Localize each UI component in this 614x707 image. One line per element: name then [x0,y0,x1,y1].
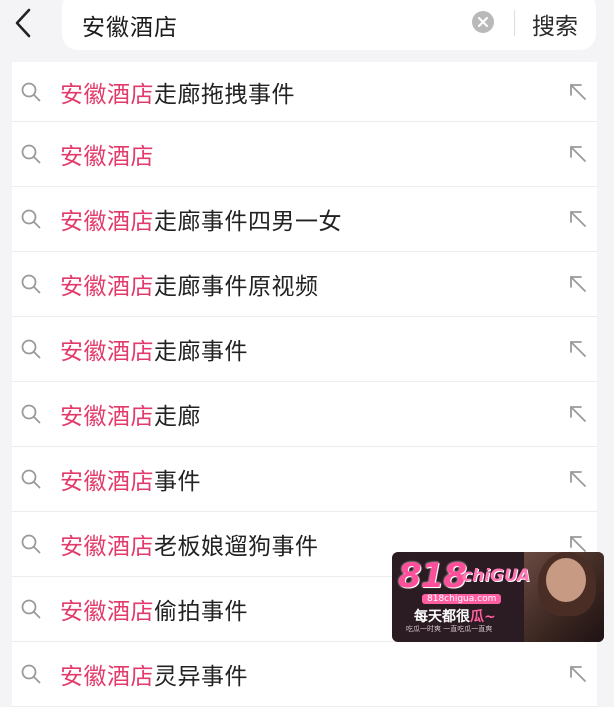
suggestion-row[interactable]: 安徽酒店事件 [12,447,597,512]
suggestion-label: 安徽酒店走廊事件四男一女 [60,202,342,236]
suggestion-row[interactable]: 安徽酒店走廊 [12,382,597,447]
suggestion-highlight: 安徽酒店 [60,404,154,430]
suggestion-rest: 灵异事件 [154,664,248,690]
suggestion-rest: 偷拍事件 [154,599,248,625]
back-button[interactable] [8,6,38,40]
clear-circle-icon [478,17,488,27]
suggestion-rest: 走廊事件四男一女 [154,209,342,235]
arrow-up-left-icon[interactable] [567,208,589,230]
divider [514,10,515,36]
suggestion-label: 安徽酒店走廊事件原视频 [60,267,319,301]
suggestion-rest: 事件 [154,469,201,495]
arrow-up-left-icon[interactable] [567,338,589,360]
watermark-logo-suffix: chiGUA [462,566,531,586]
arrow-up-left-icon[interactable] [567,468,589,490]
arrow-up-left-icon[interactable] [567,143,589,165]
suggestion-rest: 老板娘遛狗事件 [154,534,319,560]
arrow-up-left-icon[interactable] [567,81,589,103]
suggestion-row[interactable]: 安徽酒店走廊拖拽事件 [12,62,597,122]
suggestion-label: 安徽酒店事件 [60,462,201,496]
suggestion-rest: 走廊事件原视频 [154,274,319,300]
suggestion-row[interactable]: 安徽酒店走廊事件 [12,317,597,382]
suggestion-label: 安徽酒店老板娘遛狗事件 [60,527,319,561]
watermark-logo: 818 chiGUA 818chigua.com 每天都很瓜~ 吃瓜一时爽 一直… [392,552,604,642]
search-box[interactable]: 安徽酒店 搜索 [62,0,596,50]
suggestion-row[interactable]: 安徽酒店走廊事件原视频 [12,252,597,317]
suggestion-highlight: 安徽酒店 [60,534,154,560]
arrow-up-left-icon[interactable] [567,663,589,685]
arrow-up-left-icon[interactable] [567,403,589,425]
search-icon [21,404,41,424]
watermark-domain: 818chigua.com [422,594,502,604]
search-icon [21,599,41,619]
search-icon [21,144,41,164]
search-icon [21,209,41,229]
suggestion-highlight: 安徽酒店 [60,144,154,170]
suggestion-label: 安徽酒店 [60,137,154,171]
arrow-up-left-icon[interactable] [567,273,589,295]
suggestion-rest: 走廊事件 [154,339,248,365]
search-icon [21,664,41,684]
suggestion-highlight: 安徽酒店 [60,664,154,690]
suggestion-label: 安徽酒店灵异事件 [60,657,248,691]
search-input[interactable]: 安徽酒店 [82,8,178,42]
clear-button[interactable] [472,11,494,33]
suggestion-highlight: 安徽酒店 [60,81,154,108]
chevron-left-icon [15,8,31,38]
watermark-slogan-highlight: 瓜~ [470,609,496,625]
suggestion-rest: 走廊 [154,404,201,430]
search-icon [21,339,41,359]
suggestion-row[interactable]: 安徽酒店走廊事件四男一女 [12,187,597,252]
search-icon [21,469,41,489]
watermark-logo-text: 818 [398,556,467,596]
suggestion-highlight: 安徽酒店 [60,599,154,625]
search-icon [21,274,41,294]
suggestion-highlight: 安徽酒店 [60,274,154,300]
watermark-portrait [524,552,604,642]
suggestion-highlight: 安徽酒店 [60,209,154,235]
suggestion-label: 安徽酒店走廊 [60,397,201,431]
watermark-subtext: 吃瓜一时爽 一直吃瓜一直爽 [406,625,493,633]
suggestion-label: 安徽酒店走廊事件 [60,332,248,366]
suggestion-rest: 走廊拖拽事件 [154,81,295,108]
suggestion-highlight: 安徽酒店 [60,469,154,495]
suggestion-label: 安徽酒店走廊拖拽事件 [60,75,295,109]
watermark-slogan-text: 每天都很 [414,609,470,625]
suggestion-row[interactable]: 安徽酒店灵异事件 [12,642,597,707]
search-icon [21,82,41,101]
search-icon [21,534,41,554]
watermark-slogan: 每天都很瓜~ [414,606,496,626]
suggestion-row[interactable]: 安徽酒店 [12,122,597,187]
suggestion-label: 安徽酒店偷拍事件 [60,592,248,626]
suggestion-highlight: 安徽酒店 [60,339,154,365]
top-bar: 安徽酒店 搜索 [0,0,614,62]
search-button[interactable]: 搜索 [532,7,578,41]
